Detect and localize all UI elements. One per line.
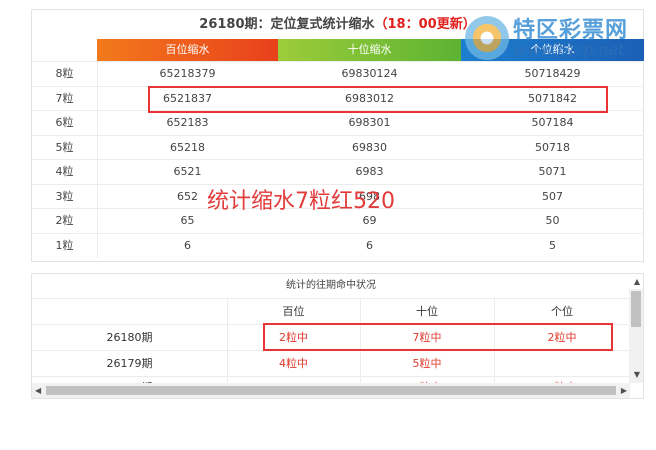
scroll-right-icon[interactable]: ▶ <box>621 386 627 395</box>
history-header-row: 百位 十位 个位 <box>32 299 630 325</box>
units-cell: 5071 <box>538 165 567 178</box>
header-tens: 十位缩水 <box>278 39 461 61</box>
row-label: 6粒 <box>32 111 98 135</box>
hundreds-hit: 4粒中 <box>227 351 361 376</box>
tens-cell: 698301 <box>348 116 391 129</box>
table-row: 26179期 4粒中 5粒中 <box>32 351 630 377</box>
period-cell: 26180期 <box>32 325 228 350</box>
units-cell: 50 <box>545 214 560 227</box>
tens-cell: 6983 <box>355 165 384 178</box>
table-row: 5粒 65218 69830 50718 <box>32 135 644 161</box>
tens-cell: 69830 <box>352 141 387 154</box>
vertical-scroll-thumb[interactable] <box>631 291 641 327</box>
tens-cell: 6 <box>366 239 373 252</box>
history-header-hundreds: 百位 <box>227 299 361 324</box>
table-row: 4粒 6521 6983 5071 <box>32 159 644 185</box>
tens-cell: 69830124 <box>341 67 398 80</box>
annotation-text: 统计缩水7粒红520 <box>207 189 395 214</box>
row-label: 3粒 <box>32 185 98 209</box>
units-cell: 507 <box>542 190 563 203</box>
history-header-blank <box>32 299 228 324</box>
row-label: 2粒 <box>32 209 98 233</box>
horizontal-scroll-thumb[interactable] <box>46 386 616 395</box>
watermark-logo-icon <box>465 16 509 60</box>
row-label: 8粒 <box>32 62 98 86</box>
hundreds-cell: 652183 <box>166 116 209 129</box>
scroll-left-icon[interactable]: ◀ <box>35 386 41 395</box>
highlight-box-7-row <box>148 86 608 113</box>
units-cell: 5 <box>549 239 556 252</box>
row-label: 7粒 <box>32 87 98 111</box>
title-main: 26180期：定位复式统计缩水 <box>199 17 375 32</box>
hundreds-cell: 6521 <box>173 165 202 178</box>
row-label: 1粒 <box>32 234 98 258</box>
row-label: 5粒 <box>32 136 98 160</box>
units-hit <box>494 351 630 376</box>
site-watermark: 特区彩票网 www.tqcp.net <box>455 12 645 68</box>
table-row: 1粒 6 6 5 <box>32 233 644 259</box>
units-cell: 507184 <box>531 116 574 129</box>
header-blank <box>32 39 97 61</box>
highlight-box-current-period <box>263 323 613 351</box>
history-header-units: 个位 <box>551 305 573 318</box>
units-cell: 50718 <box>535 141 570 154</box>
watermark-url: www.tqcp.net <box>513 40 625 59</box>
header-hundreds: 百位缩水 <box>97 39 278 61</box>
hundreds-cell: 65218 <box>170 141 205 154</box>
scroll-down-icon[interactable]: ▼ <box>634 370 640 379</box>
tens-hit: 5粒中 <box>360 351 495 376</box>
period-cell: 26179期 <box>32 351 228 376</box>
row-label: 4粒 <box>32 160 98 184</box>
history-title: 统计的往期命中状况 <box>32 274 630 299</box>
table-row: 6粒 652183 698301 507184 <box>32 110 644 136</box>
hundreds-cell: 65218379 <box>159 67 216 80</box>
scroll-up-icon[interactable]: ▲ <box>634 277 640 286</box>
hundreds-cell: 6 <box>184 239 191 252</box>
horizontal-scrollbar[interactable]: ◀ ▶ <box>32 383 630 398</box>
vertical-scrollbar[interactable] <box>629 289 643 383</box>
history-header-tens: 十位 <box>360 299 495 324</box>
